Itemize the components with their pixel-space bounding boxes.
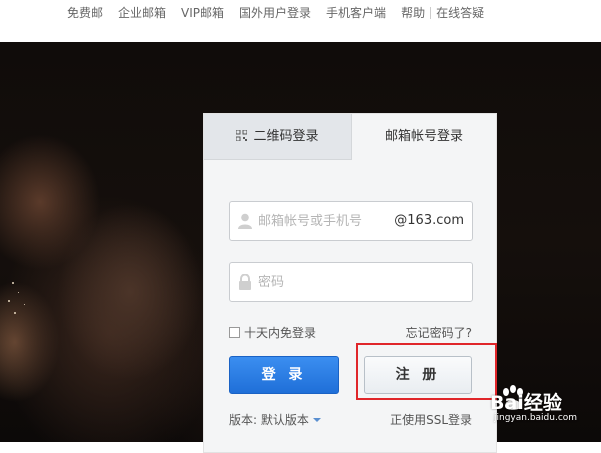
tab-account-label: 邮箱帐号登录 — [384, 129, 463, 144]
background-sparkle — [18, 292, 19, 293]
nav-link-enterprise-mail[interactable]: 企业邮箱 — [118, 4, 166, 21]
nav-link-online-help[interactable]: 在线答疑 — [436, 4, 484, 21]
remember-me[interactable]: 十天内免登录 — [229, 324, 316, 341]
password-input[interactable] — [258, 263, 458, 301]
watermark: Bai经验 jingyan.baidu.com — [490, 380, 598, 424]
version-label: 版本: 默认版本 — [229, 413, 309, 427]
login-panel: 二维码登录 邮箱帐号登录 @163.com 十天内免登录 忘记密码了? 登 录 … — [203, 113, 497, 453]
login-button[interactable]: 登 录 — [229, 356, 339, 394]
background-sparkle — [14, 312, 16, 314]
version-selector[interactable]: 版本: 默认版本 — [229, 411, 321, 428]
nav-link-free-mail[interactable]: 免费邮 — [67, 4, 103, 21]
top-nav: 免费邮 企业邮箱 VIP邮箱 国外用户登录 手机客户端 帮助 在线答疑 — [67, 4, 484, 21]
caret-down-icon — [312, 418, 321, 422]
email-domain-suffix: @163.com — [394, 213, 464, 228]
nav-link-overseas-login[interactable]: 国外用户登录 — [239, 4, 311, 21]
nav-link-mobile-client[interactable]: 手机客户端 — [326, 4, 386, 21]
ssl-login-link[interactable]: 正使用SSL登录 — [390, 411, 472, 428]
username-field[interactable]: @163.com — [229, 201, 473, 241]
top-bar: 免费邮 企业邮箱 VIP邮箱 国外用户登录 手机客户端 帮助 在线答疑 — [0, 0, 601, 42]
tab-account-login[interactable]: 邮箱帐号登录 — [352, 114, 496, 160]
password-field[interactable] — [229, 262, 473, 302]
user-icon — [238, 213, 252, 229]
background-sparkle — [24, 304, 25, 305]
background-sparkle — [12, 282, 14, 284]
background-sparkle — [8, 300, 10, 302]
nav-divider — [430, 6, 432, 19]
login-tabs: 二维码登录 邮箱帐号登录 — [204, 114, 496, 160]
watermark-url: jingyan.baidu.com — [494, 413, 578, 423]
username-input[interactable] — [258, 202, 388, 240]
tab-qr-label: 二维码登录 — [253, 129, 319, 144]
lock-icon — [239, 274, 251, 290]
watermark-brand: Bai经验 — [490, 392, 562, 414]
nav-link-vip-mail[interactable]: VIP邮箱 — [181, 4, 224, 21]
remember-checkbox[interactable] — [229, 327, 240, 338]
remember-label: 十天内免登录 — [244, 326, 317, 340]
nav-link-help[interactable]: 帮助 — [401, 4, 425, 21]
register-button[interactable]: 注 册 — [364, 356, 472, 394]
qr-code-icon — [236, 130, 248, 141]
forgot-password-link[interactable]: 忘记密码了? — [406, 324, 472, 341]
tab-qr-login[interactable]: 二维码登录 — [204, 114, 352, 160]
